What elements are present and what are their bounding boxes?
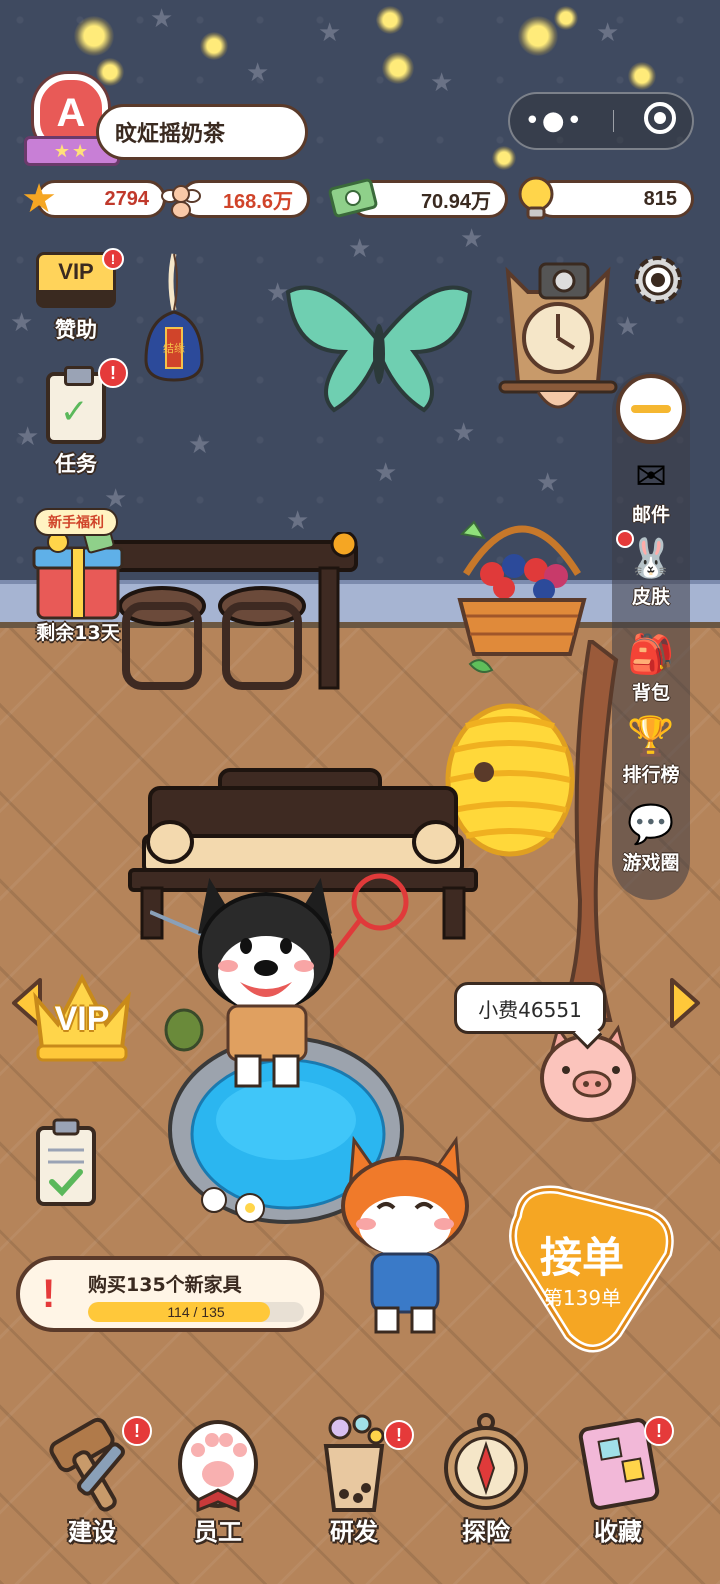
mail-button[interactable]: ✉ 邮件 xyxy=(612,452,690,527)
player-name[interactable]: 旼炡摇奶茶 xyxy=(96,104,308,160)
string-light xyxy=(518,16,558,56)
task-label: 任务 xyxy=(55,452,97,476)
lucky-charm-pouch: 结缘 xyxy=(144,253,204,382)
owl-clock[interactable] xyxy=(498,252,618,422)
stars-value: 2794 xyxy=(104,187,150,210)
capsule-divider xyxy=(613,110,615,132)
target-icon xyxy=(644,102,677,134)
task-button[interactable]: ✓ 任务 ! xyxy=(28,358,128,478)
nav-staff[interactable]: 员工 xyxy=(162,1410,274,1547)
nav-explore[interactable]: 探险 xyxy=(430,1410,542,1547)
close-miniprogram-button[interactable] xyxy=(643,101,677,141)
nav-explore-label: 探险 xyxy=(462,1518,510,1546)
quest-progress-text: 114 / 135 xyxy=(167,1304,225,1320)
ideas-value: 815 xyxy=(643,187,677,210)
notification-badge: ! xyxy=(122,1416,152,1446)
string-light xyxy=(554,6,578,30)
more-menu-button[interactable]: •●• xyxy=(525,106,584,136)
string-light xyxy=(74,16,114,56)
star-icon: ★ xyxy=(21,176,57,222)
notification-badge: ! xyxy=(102,248,124,270)
ideas-counter: 815 xyxy=(534,180,694,218)
charm-text: 结缘 xyxy=(163,342,185,355)
notification-badge: ! xyxy=(644,1416,674,1446)
wall-star-icon: ★ xyxy=(616,312,640,342)
wall-star-icon: ★ xyxy=(460,224,484,254)
sponsor-label: 赞助 xyxy=(55,318,97,342)
wall-star-icon: ★ xyxy=(150,4,174,34)
minus-icon xyxy=(631,405,671,413)
cash-icon xyxy=(328,178,378,218)
wall-star-icon: ★ xyxy=(430,68,454,98)
fox-character[interactable] xyxy=(330,1130,480,1340)
string-light xyxy=(382,52,414,84)
wall-star-icon: ★ xyxy=(374,458,398,488)
envelope-icon: ✉ xyxy=(635,454,667,498)
wall-star-icon: ★ xyxy=(536,468,560,498)
notification-badge: ! xyxy=(384,1420,414,1450)
order-number: 第139单 xyxy=(542,1286,622,1310)
clipboard-icon: ✓ xyxy=(46,366,106,444)
wall-star-icon: ★ xyxy=(318,18,342,48)
compass-icon xyxy=(444,1413,528,1510)
string-light xyxy=(200,32,228,60)
string-light xyxy=(492,146,516,170)
order-clipboard-icon[interactable] xyxy=(34,1118,98,1208)
skin-button[interactable]: 🐰 皮肤 xyxy=(612,530,690,609)
string-light xyxy=(628,62,656,90)
miniprogram-capsule: •●• xyxy=(508,92,694,150)
wooden-table-with-stools[interactable] xyxy=(92,532,362,698)
wall-star-icon: ★ xyxy=(188,430,212,460)
nav-build[interactable]: 建设 ! xyxy=(36,1410,152,1547)
string-light xyxy=(376,6,404,34)
vip-label: VIP xyxy=(54,1000,110,1038)
nav-research[interactable]: 研发 ! xyxy=(298,1410,414,1547)
nav-collection-label: 收藏 xyxy=(594,1518,642,1546)
vip-room-button[interactable]: VIP xyxy=(28,958,136,1066)
collapse-menu-button[interactable] xyxy=(616,374,686,444)
lightbulb-icon xyxy=(518,176,554,220)
notification-dot xyxy=(616,530,634,548)
husky-character[interactable] xyxy=(150,862,410,1102)
fans-value: 168.6万 xyxy=(222,190,293,213)
nav-staff-label: 员工 xyxy=(194,1518,242,1546)
mail-label: 邮件 xyxy=(631,504,670,526)
nav-build-label: 建设 xyxy=(68,1518,116,1546)
quest-card[interactable]: ! 购买135个新家具 114 / 135 xyxy=(16,1256,324,1332)
newbie-gift-tag: 新手福利 xyxy=(34,508,118,536)
notification-badge: ! xyxy=(98,358,128,388)
settings-gear-icon[interactable] xyxy=(630,252,686,308)
nav-collection[interactable]: 收藏 ! xyxy=(562,1410,674,1547)
wall-star-icon: ★ xyxy=(286,506,310,536)
alert-icon: ! xyxy=(42,1272,56,1316)
gift-remaining-label: 剩余13天 xyxy=(36,622,120,644)
wall-star-icon: ★ xyxy=(246,58,270,88)
wall-star-icon: ★ xyxy=(348,234,372,264)
paw-icon xyxy=(178,1420,258,1513)
next-room-arrow-icon[interactable] xyxy=(668,976,702,1030)
wall-star-icon: ★ xyxy=(452,418,476,448)
accept-order-title: 接单 xyxy=(539,1233,624,1282)
wall-star-icon: ★ xyxy=(596,18,620,48)
butterfly-decor xyxy=(285,285,473,413)
tip-text: 小费46551 xyxy=(478,997,582,1022)
money-value: 70.94万 xyxy=(420,190,491,213)
bottom-navigation: 建设 ! 员工 研发 ! 探险 收藏 ! xyxy=(0,1410,720,1584)
tip-bubble[interactable]: 小费46551 xyxy=(454,982,606,1034)
skin-label: 皮肤 xyxy=(631,586,670,608)
sponsor-button[interactable]: VIP 赞助 ! xyxy=(28,248,124,344)
angel-fan-icon xyxy=(161,185,201,219)
quest-title: 购买135个新家具 xyxy=(88,1274,242,1296)
nav-research-label: 研发 xyxy=(330,1518,378,1546)
